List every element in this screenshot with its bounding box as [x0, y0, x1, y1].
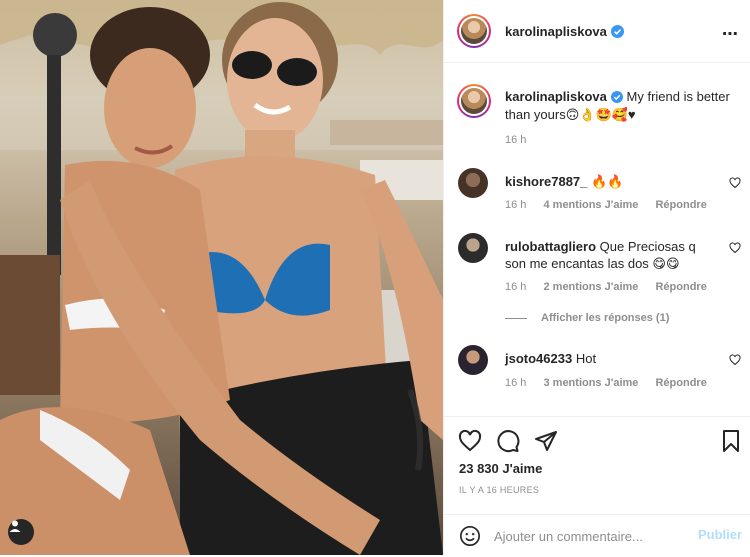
replies-divider [505, 317, 527, 319]
reply-button[interactable]: Répondre [655, 377, 706, 389]
comment-meta: 16 h 4 mentions J'aime Répondre [505, 199, 721, 211]
comment-text: kishore7887_ 🔥🔥 [505, 173, 715, 190]
post-photo[interactable] [0, 0, 443, 555]
like-heart-icon[interactable] [458, 429, 482, 453]
tagged-users-icon[interactable] [8, 519, 34, 545]
likes-count[interactable]: 23 830 J'aime [459, 461, 542, 476]
person-icon [9, 520, 21, 532]
comment-likes[interactable]: 2 mentions J'aime [543, 281, 638, 293]
comment-text: jsoto46233 Hot [505, 350, 715, 367]
comment-time[interactable]: 16 h [505, 281, 526, 293]
comment-input[interactable] [494, 525, 684, 547]
caption-timestamp[interactable]: 16 h [505, 134, 526, 146]
comment-likes[interactable]: 3 mentions J'aime [543, 377, 638, 389]
caption-username[interactable]: karolinapliskova [505, 89, 607, 104]
author-avatar[interactable] [457, 14, 491, 48]
comment-body: Hot [575, 351, 597, 366]
save-bookmark-icon[interactable] [719, 429, 743, 453]
view-replies-label: Afficher les réponses (1) [541, 312, 670, 324]
comment-body: 🔥🔥 [591, 174, 624, 189]
commenter-username[interactable]: kishore7887_ [505, 174, 587, 189]
comment-time[interactable]: 16 h [505, 377, 526, 389]
post-panel: karolinapliskova ⋯ karolinapliskova My f… [443, 0, 750, 556]
author-username[interactable]: karolinapliskova [505, 24, 624, 39]
comment-bubble-icon[interactable] [496, 429, 520, 453]
commenter-username[interactable]: rulobattagliero [505, 239, 596, 254]
like-comment-heart-icon[interactable] [729, 177, 741, 189]
post-header: karolinapliskova ⋯ [444, 0, 750, 63]
reply-button[interactable]: Répondre [655, 199, 706, 211]
emoji-icon[interactable] [459, 525, 481, 547]
view-replies-button[interactable]: Afficher les réponses (1) [505, 312, 669, 324]
like-comment-heart-icon[interactable] [729, 354, 741, 366]
comment-meta: 16 h 3 mentions J'aime Répondre [505, 377, 721, 389]
photo-illustration [0, 0, 443, 555]
commenter-avatar[interactable] [458, 233, 488, 263]
comment-text: rulobattagliero Que Preciosas q son me e… [505, 238, 715, 272]
commenter-username[interactable]: jsoto46233 [505, 351, 572, 366]
verified-badge-icon [610, 91, 623, 103]
reply-button[interactable]: Répondre [655, 281, 706, 293]
publish-button[interactable]: Publier [698, 527, 742, 542]
share-paper-plane-icon[interactable] [534, 429, 558, 453]
caption-avatar[interactable] [457, 84, 491, 118]
more-options-icon[interactable]: ⋯ [722, 24, 739, 44]
verified-badge-icon [610, 25, 624, 38]
commenter-avatar[interactable] [458, 168, 488, 198]
commenter-avatar[interactable] [458, 345, 488, 375]
post-actions-section: 23 830 J'aime IL Y A 16 HEURES Publier [444, 416, 750, 556]
add-comment-bar: Publier [444, 514, 750, 557]
comment-likes[interactable]: 4 mentions J'aime [543, 199, 638, 211]
caption-emojis: 🙃👌🤩🥰♥ [565, 107, 636, 122]
caption-text: karolinapliskova My friend is better tha… [505, 88, 737, 124]
comment-meta: 16 h 2 mentions J'aime Répondre [505, 281, 721, 293]
like-comment-heart-icon[interactable] [729, 242, 741, 254]
author-avatar-image [461, 18, 487, 44]
post-date[interactable]: IL Y A 16 HEURES [459, 485, 539, 495]
action-bar [458, 429, 558, 453]
comment-time[interactable]: 16 h [505, 199, 526, 211]
author-username-text: karolinapliskova [505, 24, 607, 39]
